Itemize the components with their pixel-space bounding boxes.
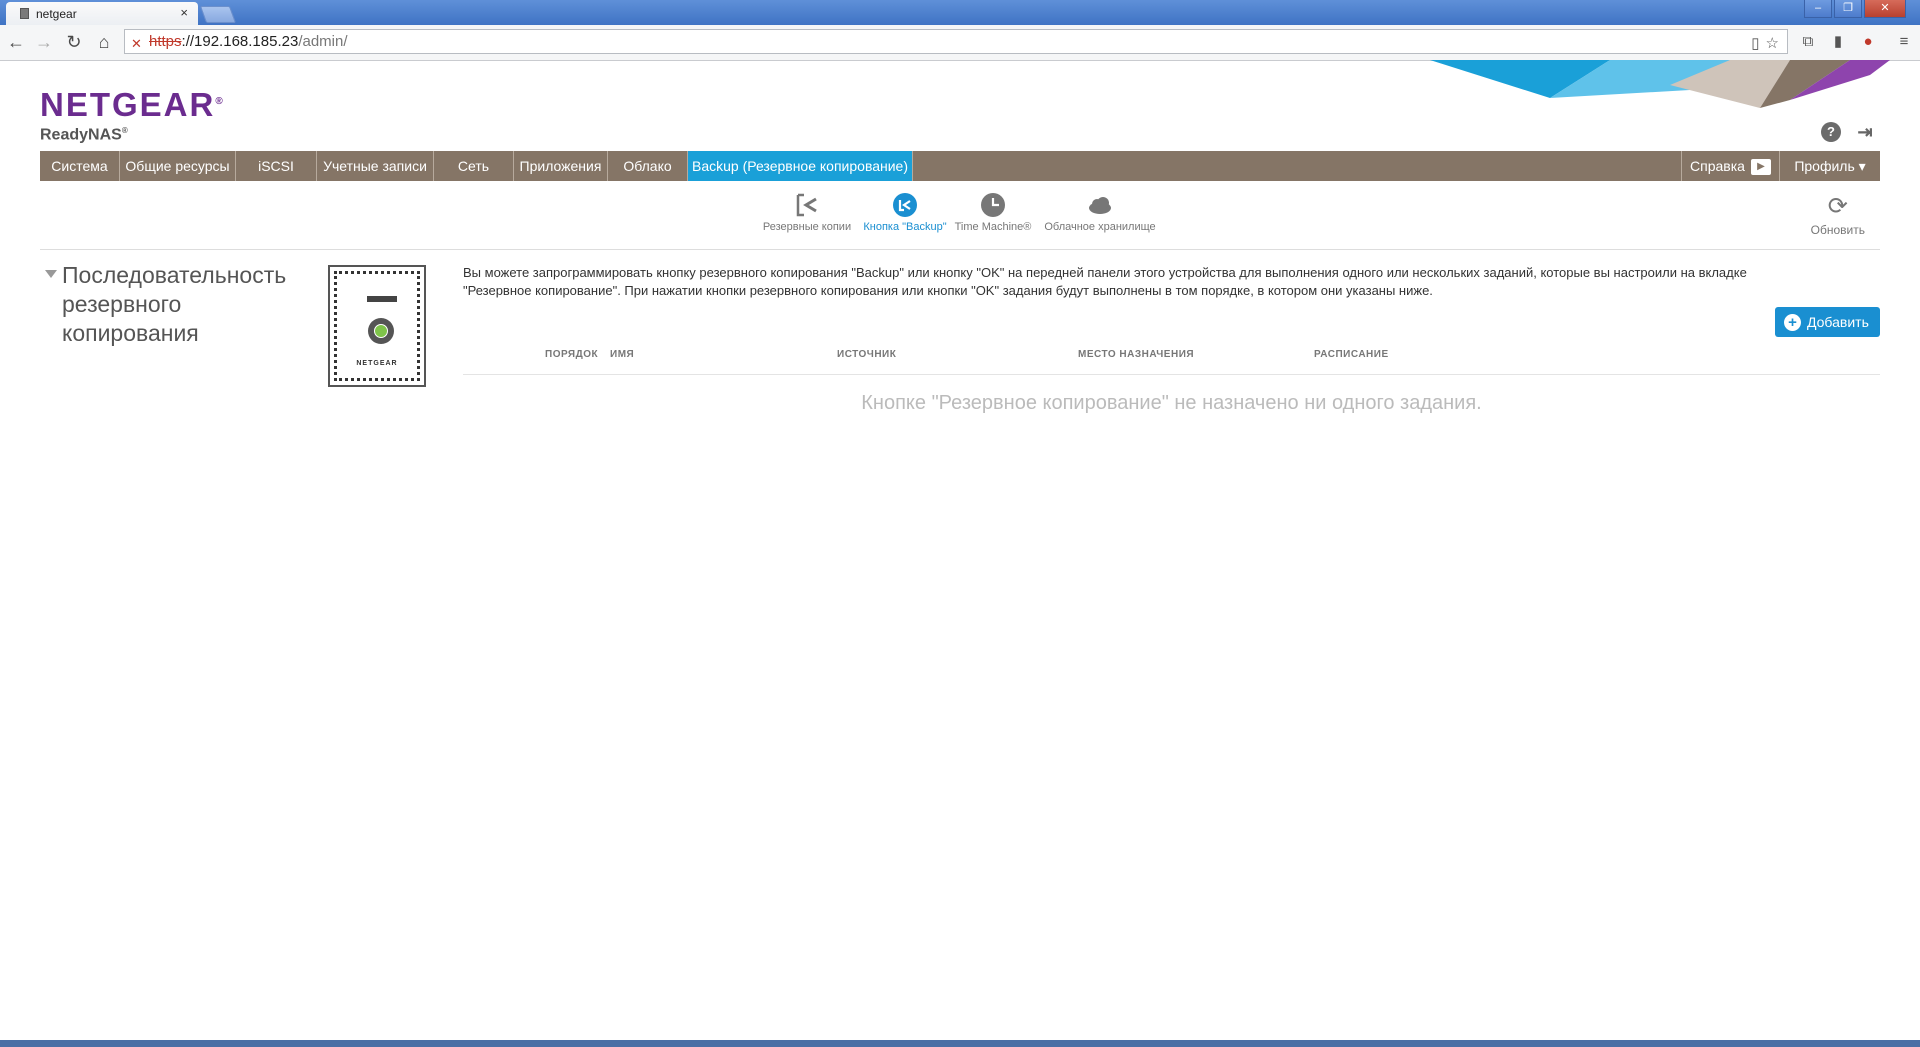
subnav-time-machine-label: Time Machine® [954,221,1032,233]
device-frame: NETGEAR [334,271,420,381]
window-close-button[interactable]: ✕ [1864,0,1906,18]
col-header-name: ИМЯ [610,349,635,360]
tab-title: netgear [36,7,77,21]
brand-name: NETGEAR [40,86,216,123]
help-icon[interactable]: ? [1821,122,1841,142]
bookmark-star-icon[interactable]: ☆ [1766,32,1779,55]
time-machine-icon [981,193,1005,217]
product-label: ReadyNAS [40,126,122,144]
subnav-cloud-label: Облачное хранилище [1044,221,1156,233]
nav-cloud[interactable]: Облако [608,151,688,181]
section-description: Вы можете запрограммировать кнопку резер… [463,265,1747,298]
browser-tabbar: netgear × – ❐ ✕ [0,0,1920,25]
device-backup-button-icon [368,318,394,344]
netgear-logo: NETGEAR® [40,86,225,123]
back-arrow-icon[interactable]: ← [4,30,28,54]
signal-icon[interactable]: ▮ [1827,31,1849,53]
minimize-button[interactable]: – [1804,0,1832,18]
browser-toolbar: ← → ↻ ⌂ ✕ https://192.168.185.23/admin/ ▯… [0,25,1920,61]
refresh-button[interactable]: ⟳ Обновить [1811,192,1865,237]
col-header-schedule: РАСПИСАНИЕ [1314,349,1389,360]
subnav-divider [40,249,1880,250]
forward-arrow-icon[interactable]: → [32,30,56,54]
subnav-backup-jobs[interactable]: Резервные копии [757,192,857,233]
insecure-lock-icon: ✕ [131,36,142,51]
device-brand: NETGEAR [356,360,398,367]
translate-icon[interactable]: ⧉ [1797,31,1819,53]
backup-button-icon [893,193,917,217]
logout-icon[interactable]: ⇥ [1855,122,1875,142]
empty-state-message: Кнопке "Резервное копирование" не назнач… [861,392,1482,414]
address-bar[interactable]: ✕ https://192.168.185.23/admin/ ▯ ☆ [124,29,1788,54]
opera-extension-icon[interactable]: ● [1857,31,1879,53]
device-slot [367,296,397,302]
nav-help-label: Справка [1690,158,1745,174]
window-controls: – ❐ ✕ [1804,0,1906,18]
menu-icon[interactable]: ≡ [1893,31,1915,53]
add-button[interactable]: + Добавить [1775,307,1880,337]
refresh-icon: ⟳ [1827,193,1848,220]
home-icon[interactable]: ⌂ [92,30,116,54]
col-header-source: ИСТОЧНИК [837,349,897,360]
nav-network[interactable]: Сеть [434,151,514,181]
tab-close-icon[interactable]: × [180,5,188,20]
reload-icon[interactable]: ↻ [62,30,86,54]
url-scheme: https [149,33,182,50]
col-header-order: ПОРЯДОК [545,349,599,360]
subnav-backup-button[interactable]: Кнопка "Backup" [860,192,950,233]
refresh-label: Обновить [1810,223,1865,237]
nav-help[interactable]: Справка ▶ [1681,151,1780,181]
browser-tab[interactable]: netgear × [6,2,198,25]
nas-device-image: NETGEAR [328,265,426,387]
reader-mode-icon[interactable]: ▯ [1751,32,1759,55]
page-favicon-icon [20,8,29,19]
cloud-icon [1089,197,1111,214]
play-icon: ▶ [1750,159,1771,176]
nav-backup[interactable]: Backup (Резервное копирование) [688,151,913,181]
plus-icon: + [1784,314,1801,331]
table-header-divider [463,374,1880,375]
subnav-time-machine[interactable]: Time Machine® [953,192,1033,233]
nav-apps[interactable]: Приложения [514,151,608,181]
header-icons: ? ⇥ [1821,122,1875,142]
nav-iscsi[interactable]: iSCSI [236,151,317,181]
subnav-backup-button-label: Кнопка "Backup" [863,221,947,233]
nav-accounts[interactable]: Учетные записи [317,151,434,181]
nav-system[interactable]: Система [40,151,120,181]
maximize-button[interactable]: ❐ [1834,0,1862,18]
backup-jobs-icon [796,193,817,217]
subnav-backup-jobs-label: Резервные копии [762,221,852,233]
url-host: ://192.168.185.23 [181,33,299,50]
col-header-destination: МЕСТО НАЗНАЧЕНИЯ [1078,349,1195,360]
new-tab-button[interactable] [199,6,237,23]
nav-profile[interactable]: Профиль ▾ [1780,151,1880,181]
section-title: Последовательность резервного копировани… [62,262,287,346]
add-button-label: Добавить [1807,314,1869,330]
url-path: /admin/ [298,33,348,50]
subnav-cloud-storage[interactable]: Облачное хранилище [1035,192,1165,233]
main-nav: Система Общие ресурсы iSCSI Учетные запи… [40,151,1880,181]
product-name: ReadyNAS® [40,126,128,144]
nav-shares[interactable]: Общие ресурсы [120,151,236,181]
header-banner-graphic [1430,60,1890,108]
os-taskbar [0,1040,1920,1047]
collapse-caret-icon[interactable] [45,270,57,278]
